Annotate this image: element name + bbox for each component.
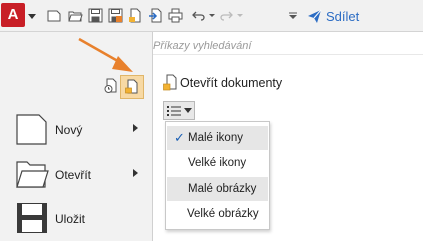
redo-icon[interactable] — [220, 8, 246, 23]
new-document-icon — [16, 114, 47, 145]
save-as-icon[interactable] — [108, 8, 123, 23]
customize-toolbar-icon[interactable] — [288, 8, 298, 23]
menu-item-open-label: Otevřít — [55, 168, 92, 182]
app-menu-button[interactable]: A — [1, 3, 25, 27]
menu-option-small-thumbnails[interactable]: Malé obrázky — [167, 177, 268, 201]
open-documents-tab[interactable] — [120, 75, 144, 99]
submenu-arrow-icon — [133, 169, 138, 177]
callout-arrow — [78, 37, 133, 72]
chevron-down-icon — [184, 108, 192, 113]
menu-option-label: Malé obrázky — [188, 183, 257, 195]
undo-icon[interactable] — [190, 8, 216, 23]
open-folder-icon — [16, 161, 49, 188]
menu-option-label: Velké obrázky — [187, 208, 259, 220]
view-options-menu: ✓ Malé ikony Velké ikony Malé obrázky Ve… — [165, 121, 270, 230]
menu-option-small-icons[interactable]: ✓ Malé ikony — [167, 126, 268, 150]
open-documents-icon — [163, 74, 177, 91]
app-logo-letter: A — [7, 6, 19, 23]
menu-option-large-thumbnails[interactable]: Velké obrázky — [167, 202, 268, 226]
menu-item-new-label: Nový — [55, 123, 83, 137]
checkmark-icon: ✓ — [174, 130, 185, 145]
view-options-dropdown[interactable] — [163, 101, 195, 120]
paper-plane-icon — [308, 9, 322, 23]
menu-option-large-icons[interactable]: Velké ikony — [167, 151, 268, 175]
app-menu-dropdown-icon[interactable] — [28, 14, 36, 19]
menu-option-label: Velké ikony — [188, 157, 247, 169]
new-document-icon[interactable] — [128, 8, 143, 23]
submenu-arrow-icon — [133, 124, 138, 132]
save-icon — [17, 203, 47, 233]
list-view-icon — [167, 106, 181, 116]
new-file-icon[interactable] — [47, 8, 62, 23]
open-documents-icon — [125, 79, 138, 94]
import-icon[interactable] — [148, 8, 163, 23]
menu-option-label: Malé ikony — [188, 132, 243, 144]
menu-item-open[interactable]: Otevřít — [0, 154, 152, 198]
menu-item-save[interactable]: Uložit — [0, 198, 152, 242]
menu-item-save-label: Uložit — [55, 212, 86, 226]
print-icon[interactable] — [168, 8, 183, 23]
menu-item-new[interactable]: Nový — [0, 109, 152, 153]
quick-access-toolbar: A Sdílet — [0, 0, 423, 32]
command-search-input[interactable]: Příkazy vyhledávání — [151, 38, 423, 55]
open-documents-title: Otevřít dokumenty — [180, 76, 283, 90]
share-button[interactable]: Sdílet — [307, 8, 359, 24]
open-folder-icon[interactable] — [68, 8, 83, 23]
recent-documents-icon[interactable] — [104, 78, 118, 94]
share-label: Sdílet — [326, 8, 360, 24]
save-icon[interactable] — [88, 8, 103, 23]
